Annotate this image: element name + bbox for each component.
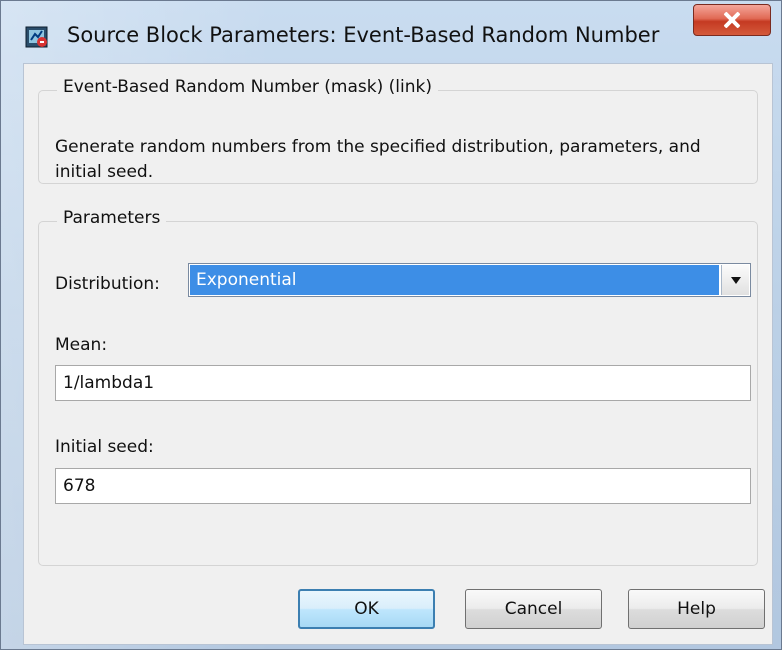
ok-button[interactable]: OK	[298, 589, 435, 629]
window-title: Source Block Parameters: Event-Based Ran…	[67, 23, 660, 47]
description-text: Generate random numbers from the specifi…	[55, 137, 701, 182]
description-group: Event-Based Random Number (mask) (link) …	[38, 77, 758, 184]
distribution-dropdown-button[interactable]	[721, 265, 749, 295]
dialog-content: Event-Based Random Number (mask) (link) …	[23, 63, 773, 645]
mean-label: Mean:	[55, 335, 108, 355]
initial-seed-label: Initial seed:	[55, 437, 154, 457]
mean-field[interactable]: 1/lambda1	[55, 365, 751, 401]
simulink-block-icon	[25, 26, 48, 48]
description-group-title: Event-Based Random Number (mask) (link)	[57, 77, 438, 97]
distribution-select[interactable]: Exponential	[188, 263, 751, 297]
dialog-buttons: OK Cancel Help	[24, 589, 772, 637]
help-button[interactable]: Help	[628, 589, 765, 629]
distribution-selected-value[interactable]: Exponential	[190, 265, 719, 295]
parameters-group-title: Parameters	[57, 208, 167, 228]
title-bar[interactable]: Source Block Parameters: Event-Based Ran…	[1, 1, 781, 59]
distribution-label: Distribution:	[55, 274, 160, 294]
close-icon	[722, 10, 742, 30]
cancel-button[interactable]: Cancel	[465, 589, 602, 629]
initial-seed-field[interactable]: 678	[55, 468, 751, 504]
close-button[interactable]	[693, 4, 771, 36]
chevron-down-icon	[731, 277, 741, 284]
dialog-window: Source Block Parameters: Event-Based Ran…	[0, 0, 782, 650]
parameters-group: Parameters Distribution: Exponential Mea…	[38, 208, 758, 566]
